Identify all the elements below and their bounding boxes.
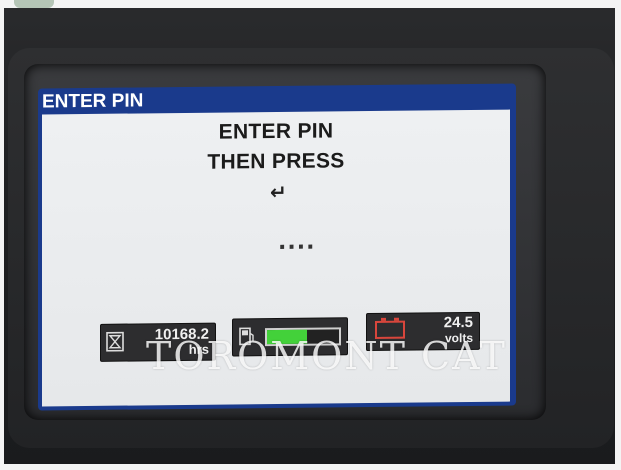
photo-border-bottom [0,464,621,470]
photo-border-top [0,0,621,8]
battery-voltage-value: 24.5 [443,313,473,332]
screen-title: ENTER PIN [42,90,144,113]
dealer-watermark: TOROMONT CAT [146,334,507,378]
enter-key-icon: ↵ [270,179,287,205]
top-connector [14,0,54,8]
pin-entry-field[interactable]: .... [278,230,315,255]
photo-border-right [615,0,621,470]
prompt-line-2: THEN PRESS [207,149,345,174]
prompt-line-1: ENTER PIN [218,119,334,144]
photo-background: ENTER PIN ENTER PIN THEN PRESS ↵ .... 10… [0,0,621,470]
photo-border-left [0,0,4,470]
hourglass-icon [106,331,124,352]
